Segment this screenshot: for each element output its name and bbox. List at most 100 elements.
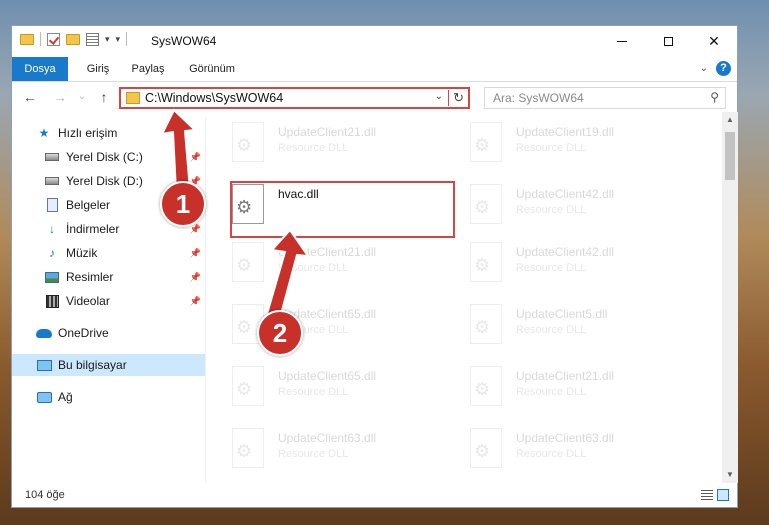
sidebar-item-pictures[interactable]: Resimler 📌	[12, 266, 205, 288]
file-item[interactable]: UpdateClient21.dll Resource DLL	[444, 362, 674, 416]
close-button[interactable]: ✕	[691, 26, 737, 57]
vertical-scrollbar[interactable]: ▲ ▼	[722, 112, 738, 483]
new-folder-icon[interactable]	[66, 33, 80, 45]
tab-file[interactable]: Dosya	[12, 57, 68, 81]
explorer-window: ▾ ▾ SysWOW64 ✕ Dosya Giriş Paylaş Görünü…	[11, 25, 738, 508]
cloud-icon	[36, 325, 52, 341]
folder-icon	[20, 33, 34, 45]
pictures-icon	[44, 269, 60, 285]
refresh-icon[interactable]: ↻	[448, 90, 464, 106]
dll-file-icon	[232, 366, 264, 406]
customize-toolbar-icon[interactable]: ▾	[116, 34, 121, 45]
up-button[interactable]: ↑	[94, 87, 114, 107]
download-icon: ↓	[49, 222, 55, 236]
file-item[interactable]: UpdateClient21.dll Resource DLL	[206, 118, 436, 172]
recent-locations-button[interactable]: ⌄	[72, 87, 92, 107]
file-type: Resource DLL	[516, 448, 587, 460]
close-icon: ✕	[708, 33, 720, 49]
sidebar-item-music[interactable]: ♪ Müzik 📌	[12, 242, 205, 264]
large-icons-view-icon[interactable]	[717, 489, 729, 501]
search-input[interactable]: Ara: SysWOW64 ⚲	[484, 87, 726, 109]
sidebar-item-label: Yerel Disk (D:)	[66, 174, 143, 188]
sidebar-item-label: Resimler	[66, 270, 114, 284]
dll-file-icon	[470, 122, 502, 162]
sidebar-item-this-pc[interactable]: Bu bilgisayar	[12, 354, 205, 376]
expand-ribbon-icon[interactable]: ⌄	[700, 63, 708, 74]
file-name: UpdateClient21.dll	[278, 245, 377, 259]
tab-share[interactable]: Paylaş	[124, 57, 172, 81]
dll-file-icon	[232, 428, 264, 468]
file-item[interactable]: UpdateClient42.dll Resource DLL	[444, 238, 674, 292]
video-icon	[44, 293, 60, 309]
file-name: UpdateClient21.dll	[516, 369, 615, 383]
sidebar-item-label: Belgeler	[66, 198, 111, 212]
scroll-up-icon[interactable]: ▲	[722, 112, 738, 128]
properties-icon[interactable]	[86, 32, 99, 46]
sidebar-item-label: Hızlı erişim	[58, 126, 118, 140]
file-name: UpdateClient42.dll	[516, 187, 615, 201]
help-icon[interactable]: ?	[716, 61, 731, 76]
sidebar-item-label: Yerel Disk (C:)	[66, 150, 143, 164]
pin-icon[interactable]: 📌	[190, 272, 201, 283]
forward-button[interactable]: →	[50, 87, 70, 107]
details-view-icon[interactable]	[701, 490, 713, 501]
sidebar-item-videos[interactable]: Videolar 📌	[12, 290, 205, 312]
minimize-icon	[617, 41, 627, 42]
minimize-button[interactable]	[599, 26, 645, 57]
dll-file-icon	[470, 242, 502, 282]
scroll-down-icon[interactable]: ▼	[722, 467, 738, 483]
properties-check-icon[interactable]	[47, 32, 60, 46]
file-name: UpdateClient63.dll	[278, 431, 377, 445]
file-type: Resource DLL	[516, 262, 587, 274]
dll-file-icon	[470, 428, 502, 468]
status-bar: 104 öğe	[12, 485, 737, 507]
dll-file-icon	[232, 122, 264, 162]
toolbar-dropdown-icon[interactable]: ▾	[105, 34, 110, 45]
file-item[interactable]: UpdateClient65.dll Resource DLL	[206, 362, 436, 416]
pin-icon[interactable]: 📌	[190, 152, 201, 163]
dll-file-icon	[470, 304, 502, 344]
address-dropdown-icon[interactable]: ⌄	[435, 91, 443, 102]
tab-home[interactable]: Giriş	[76, 57, 120, 81]
sidebar-item-label: OneDrive	[58, 326, 109, 340]
file-name: UpdateClient19.dll	[516, 125, 615, 139]
documents-icon	[44, 197, 60, 213]
window-title: SysWOW64	[151, 34, 217, 48]
pin-icon[interactable]: 📌	[190, 248, 201, 259]
toolbar-divider	[126, 32, 128, 46]
file-name: UpdateClient42.dll	[516, 245, 615, 259]
drive-icon	[44, 149, 60, 165]
file-name: UpdateClient65.dll	[278, 369, 377, 383]
tab-view[interactable]: Görünüm	[180, 57, 244, 81]
network-icon	[36, 389, 52, 405]
title-bar: ▾ ▾ SysWOW64 ✕	[12, 26, 737, 57]
pin-icon[interactable]: 📌	[190, 296, 201, 307]
step-1-badge: 1	[160, 181, 206, 227]
dll-file-icon	[232, 242, 264, 282]
sidebar-item-local-disk-c[interactable]: Yerel Disk (C:) 📌	[12, 146, 205, 168]
star-icon: ★	[38, 126, 50, 140]
scroll-thumb[interactable]	[725, 132, 735, 180]
caption-buttons: ✕	[599, 26, 737, 57]
back-button[interactable]: ←	[20, 87, 40, 107]
file-item[interactable]: UpdateClient5.dll Resource DLL	[444, 300, 674, 354]
file-type: Resource DLL	[278, 262, 349, 274]
quick-access-toolbar: ▾ ▾	[20, 32, 128, 46]
sidebar-item-network[interactable]: Ağ	[12, 386, 205, 408]
address-path[interactable]: C:\Windows\SysWOW64	[145, 91, 283, 105]
search-icon[interactable]: ⚲	[710, 90, 719, 104]
sidebar-item-onedrive[interactable]: OneDrive	[12, 322, 205, 344]
file-item[interactable]: UpdateClient21.dll Resource DLL	[206, 238, 436, 292]
dll-file-icon	[470, 366, 502, 406]
file-item[interactable]: UpdateClient63.dll Resource DLL	[444, 424, 674, 478]
folder-icon	[126, 92, 140, 104]
file-type: Resource DLL	[516, 386, 587, 398]
address-bar[interactable]: C:\Windows\SysWOW64 ⌄ ↻	[119, 87, 470, 109]
file-item[interactable]: UpdateClient42.dll Resource DLL	[444, 180, 674, 234]
file-item[interactable]: UpdateClient63.dll Resource DLL	[206, 424, 436, 478]
search-placeholder: Ara: SysWOW64	[493, 91, 584, 105]
file-item[interactable]: UpdateClient65.dll Resource DLL	[206, 300, 436, 354]
file-item[interactable]: UpdateClient19.dll Resource DLL	[444, 118, 674, 172]
sidebar-item-quick-access[interactable]: ★ Hızlı erişim	[12, 122, 205, 144]
maximize-button[interactable]	[645, 26, 691, 57]
